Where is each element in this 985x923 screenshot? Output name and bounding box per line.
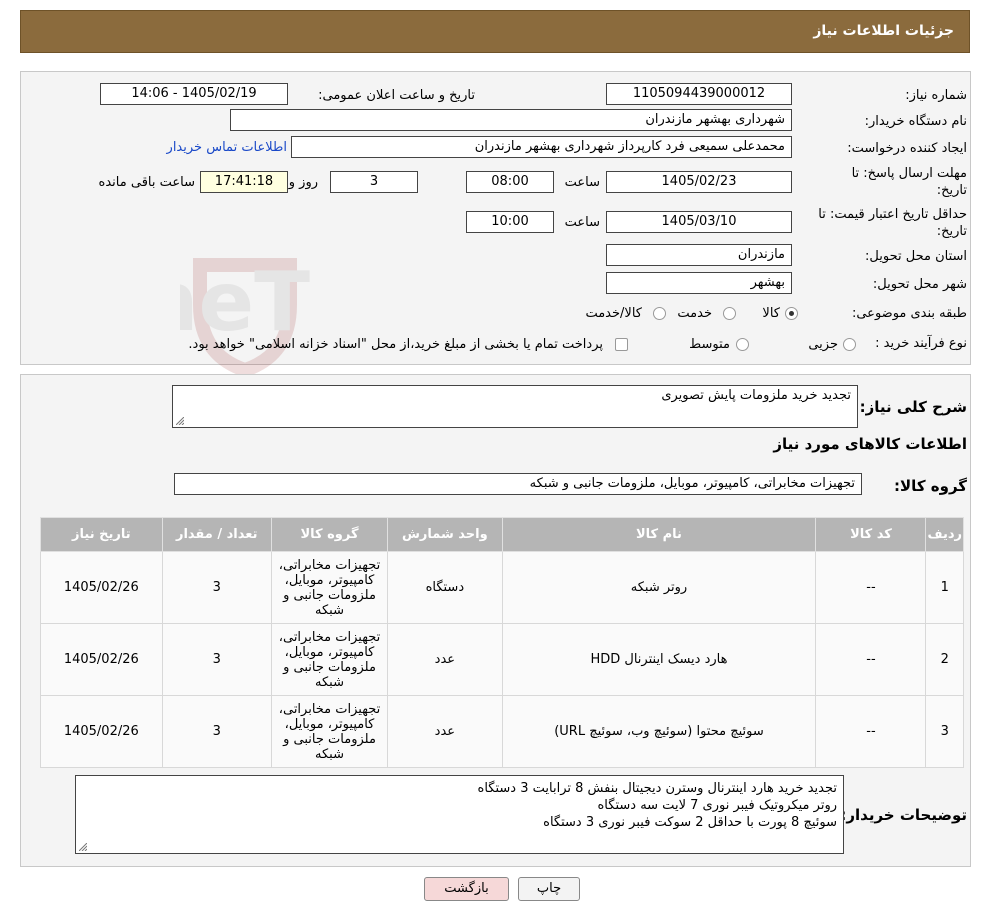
cell-quantity: 3 bbox=[161, 623, 272, 696]
table-row: 2 -- هارد دیسک اینترنال HDD عدد تجهیزات … bbox=[40, 623, 964, 696]
col-header-group: گروه کالا bbox=[270, 517, 389, 552]
reply-deadline-label: مهلت ارسال پاسخ: تا bbox=[851, 166, 967, 181]
description-text: تجدید خرید ملزومات پایش تصویری bbox=[661, 388, 851, 403]
cell-code: -- bbox=[815, 695, 927, 768]
price-validity-date-field: 1405/03/10 bbox=[606, 211, 792, 233]
cell-quantity: 3 bbox=[161, 551, 272, 624]
need-number-label: شماره نیاز: bbox=[905, 88, 967, 103]
cell-date: 1405/02/26 bbox=[40, 623, 163, 696]
resize-grip-icon[interactable] bbox=[176, 417, 184, 425]
back-button[interactable]: بازگشت bbox=[424, 877, 509, 901]
category-radio-service[interactable] bbox=[723, 307, 736, 320]
buyer-notes-line: سوئیچ 8 پورت با حداقل 2 سوکت فیبر نوری 3… bbox=[543, 815, 837, 830]
category-label: طبقه بندی موضوعی: bbox=[851, 306, 967, 321]
description-label: شرح کلی نیاز: bbox=[859, 398, 967, 416]
purchase-option-medium: متوسط bbox=[689, 337, 730, 352]
goods-group-field: تجهیزات مخابراتی، کامپیوتر، موبایل، ملزو… bbox=[174, 473, 862, 495]
cell-group: تجهیزات مخابراتی، کامپیوتر، موبایل، ملزو… bbox=[270, 551, 389, 624]
cell-code: -- bbox=[815, 623, 927, 696]
buyer-notes-line: تجدید خرید هارد اینترنال وسترن دیجیتال ب… bbox=[477, 781, 837, 796]
cell-unit: عدد bbox=[387, 623, 503, 696]
print-button[interactable]: چاپ bbox=[518, 877, 580, 901]
cell-unit: عدد bbox=[387, 695, 503, 768]
cell-name: هارد دیسک اینترنال HDD bbox=[501, 623, 817, 696]
cell-name: سوئیچ محتوا (سوئیچ وب، سوئیچ URL) bbox=[501, 695, 817, 768]
purchase-radio-medium[interactable] bbox=[736, 338, 749, 351]
buyer-org-label: نام دستگاه خریدار: bbox=[864, 114, 967, 129]
reply-hour-label: ساعت bbox=[564, 175, 600, 190]
purchase-option-minor: جزیی bbox=[808, 337, 838, 352]
treasury-checkbox[interactable] bbox=[615, 338, 628, 351]
cell-group: تجهیزات مخابراتی، کامپیوتر، موبایل، ملزو… bbox=[270, 623, 389, 696]
buyer-notes-line: روتر میکروتیک فیبر نوری 7 لایت سه دستگاه bbox=[597, 798, 838, 813]
price-validity-time-field: 10:00 bbox=[466, 211, 554, 233]
reply-time-field: 08:00 bbox=[466, 171, 554, 193]
requester-label: ایجاد کننده درخواست: bbox=[847, 141, 967, 156]
table-header-row: ردیف کد کالا نام کالا واحد شمارش گروه کا… bbox=[40, 517, 964, 552]
days-label: روز و bbox=[288, 175, 318, 190]
col-header-quantity: تعداد / مقدار bbox=[161, 517, 272, 552]
purchase-type-label: نوع فرآیند خرید : bbox=[875, 336, 967, 351]
category-radio-goods-service[interactable] bbox=[653, 307, 666, 320]
category-option-service: خدمت bbox=[677, 306, 712, 321]
goods-group-label: گروه کالا: bbox=[894, 477, 967, 495]
cell-group: تجهیزات مخابراتی، کامپیوتر، موبایل، ملزو… bbox=[270, 695, 389, 768]
cell-name: روتر شبکه bbox=[501, 551, 817, 624]
announce-field: 1405/02/19 - 14:06 bbox=[100, 83, 288, 105]
cell-code: -- bbox=[815, 551, 927, 624]
cell-date: 1405/02/26 bbox=[40, 551, 163, 624]
city-label: شهر محل تحویل: bbox=[872, 277, 967, 292]
table-row: 1 -- روتر شبکه دستگاه تجهیزات مخابراتی، … bbox=[40, 551, 964, 624]
cell-unit: دستگاه bbox=[387, 551, 503, 624]
goods-table: ردیف کد کالا نام کالا واحد شمارش گروه کا… bbox=[40, 517, 964, 768]
page-title: جزئیات اطلاعات نیاز bbox=[813, 23, 954, 39]
remaining-label: ساعت باقی مانده bbox=[98, 175, 195, 190]
col-header-code: کد کالا bbox=[815, 517, 927, 552]
cell-row-number: 2 bbox=[925, 623, 964, 696]
description-field: تجدید خرید ملزومات پایش تصویری bbox=[172, 385, 858, 428]
province-label: استان محل تحویل: bbox=[865, 249, 967, 264]
price-validity-label: حداقل تاریخ اعتبار قیمت: تا bbox=[818, 207, 967, 222]
price-validity-hour-label: ساعت bbox=[564, 215, 600, 230]
buyer-contact-link[interactable]: اطلاعات تماس خریدار bbox=[167, 140, 287, 155]
col-header-unit: واحد شمارش bbox=[387, 517, 503, 552]
category-radio-goods[interactable] bbox=[785, 307, 798, 320]
announce-label: تاریخ و ساعت اعلان عمومی: bbox=[318, 88, 475, 103]
reply-deadline-label-2: تاریخ: bbox=[936, 183, 967, 198]
city-field: بهشهر bbox=[606, 272, 792, 294]
requester-field: محمدعلی سمیعی فرد کارپرداز شهرداری بهشهر… bbox=[291, 136, 792, 158]
days-field: 3 bbox=[330, 171, 418, 193]
col-header-name: نام کالا bbox=[501, 517, 817, 552]
watermark-text: AriaTender.neT bbox=[180, 255, 310, 350]
need-number-field: 1105094439000012 bbox=[606, 83, 792, 105]
buyer-org-field: شهرداری بهشهر مازندران bbox=[230, 109, 792, 131]
table-row: 3 -- سوئیچ محتوا (سوئیچ وب، سوئیچ URL) ع… bbox=[40, 695, 964, 768]
buyer-notes-label: توضیحات خریدار: bbox=[840, 806, 967, 824]
col-header-row: ردیف bbox=[925, 517, 964, 552]
remaining-time-field: 17:41:18 bbox=[200, 171, 288, 193]
purchase-note: پرداخت تمام یا بخشی از مبلغ خرید،از محل … bbox=[188, 337, 603, 352]
province-field: مازندران bbox=[606, 244, 792, 266]
cell-row-number: 3 bbox=[925, 695, 964, 768]
col-header-date: تاریخ نیاز bbox=[40, 517, 163, 552]
price-validity-label-2: تاریخ: bbox=[936, 224, 967, 239]
goods-info-title: اطلاعات کالاهای مورد نیاز bbox=[773, 435, 967, 453]
cell-quantity: 3 bbox=[161, 695, 272, 768]
reply-date-field: 1405/02/23 bbox=[606, 171, 792, 193]
buyer-notes-field: تجدید خرید هارد اینترنال وسترن دیجیتال ب… bbox=[75, 775, 844, 854]
category-option-goods-service: کالا/خدمت bbox=[585, 306, 642, 321]
cell-row-number: 1 bbox=[925, 551, 964, 624]
cell-date: 1405/02/26 bbox=[40, 695, 163, 768]
resize-grip-icon[interactable] bbox=[79, 843, 87, 851]
purchase-radio-minor[interactable] bbox=[843, 338, 856, 351]
page-header: جزئیات اطلاعات نیاز bbox=[20, 10, 970, 53]
category-option-goods: کالا bbox=[762, 306, 780, 321]
